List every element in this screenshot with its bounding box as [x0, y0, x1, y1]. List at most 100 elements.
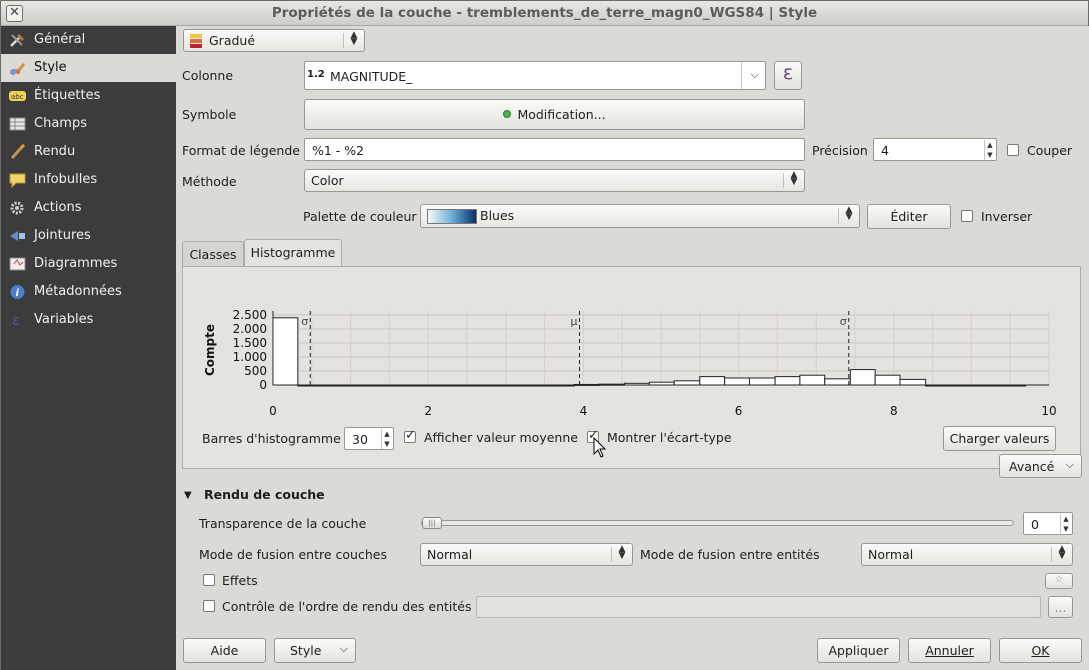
y-tick-label: 2.500 — [233, 308, 267, 322]
histogram-bar — [874, 374, 901, 386]
paintbrush-icon — [9, 63, 26, 75]
transparency-spinbox[interactable]: 0 ▲ ▼ — [1023, 512, 1073, 535]
expression-button[interactable]: ε — [774, 61, 802, 90]
sidebar-item-metadata[interactable]: i Métadonnées — [1, 278, 176, 306]
sidebar-item-joins[interactable]: Jointures — [1, 222, 176, 250]
help-button[interactable]: Aide — [183, 638, 266, 663]
blend-layers-label: Mode de fusion entre couches — [199, 547, 387, 562]
color-ramp-select[interactable]: Blues ▲ ▼ — [420, 204, 860, 228]
sidebar-item-actions[interactable]: Actions — [1, 194, 176, 222]
tab-histogram[interactable]: Histogramme — [244, 239, 342, 267]
order-checkbox[interactable] — [203, 600, 215, 612]
column-label: Colonne — [182, 68, 234, 83]
sidebar-item-fields[interactable]: Champs — [1, 110, 176, 138]
color-ramp-label: Palette de couleur — [303, 209, 417, 224]
stat-marker-label: σ — [840, 315, 847, 328]
blend-layers-select[interactable]: Normal ▲ ▼ — [420, 543, 633, 566]
color-ramp-value: Blues — [480, 208, 515, 223]
transparency-label: Transparence de la couche — [199, 516, 367, 531]
sidebar-item-style[interactable]: Style — [1, 54, 176, 82]
sidebar-item-labels[interactable]: abc Étiquettes — [1, 82, 176, 110]
histogram-bar — [673, 380, 701, 386]
style-menu-label: Style — [290, 643, 322, 658]
sidebar-item-label: Jointures — [34, 228, 91, 243]
advanced-label: Avancé — [1009, 459, 1055, 474]
info-icon: i — [10, 285, 25, 299]
svg-text:abc: abc — [11, 93, 24, 101]
sidebar-item-diagrams[interactable]: Diagrammes — [1, 250, 176, 278]
legend-format-value: %1 - %2 — [312, 143, 365, 158]
spinner-icon[interactable]: ▲ ▼ — [381, 429, 392, 449]
show-mean-label: Afficher valeur moyenne — [424, 430, 578, 445]
join-icon — [10, 231, 25, 241]
sidebar-item-label: Champs — [34, 116, 87, 131]
truncate-label: Couper — [1027, 143, 1073, 158]
symbol-modify-button[interactable]: Modification... — [304, 99, 805, 130]
effects-star-button[interactable]: ☆ — [1045, 573, 1073, 589]
x-tick-label: 10 — [1041, 404, 1056, 417]
sidebar-item-rendering[interactable]: Rendu — [1, 138, 176, 166]
apply-button[interactable]: Appliquer — [817, 638, 900, 663]
method-select[interactable]: Color ▲ ▼ — [304, 169, 805, 192]
updown-icon: ▲ ▼ — [350, 30, 358, 47]
sidebar-item-label: Style — [34, 60, 67, 75]
truncate-checkbox[interactable] — [1007, 144, 1019, 156]
style-menu-button[interactable]: Style ⌵ — [274, 638, 356, 663]
precision-spinbox[interactable]: 4 ▲ ▼ — [873, 138, 997, 161]
histogram-bar — [899, 378, 927, 386]
symbol-label: Symbole — [182, 107, 237, 122]
spinner-icon[interactable]: ▲ ▼ — [984, 140, 995, 160]
updown-icon: ▲ ▼ — [1058, 544, 1066, 561]
window-title: Propriétés de la couche - tremblements_d… — [271, 5, 818, 21]
renderer-select[interactable]: Gradué ▲ ▼ — [183, 29, 365, 52]
sidebar-item-variables[interactable]: ε Variables — [1, 306, 176, 334]
cancel-button[interactable]: Annuler — [908, 638, 991, 663]
svg-text:i: i — [16, 288, 20, 299]
tab-classes[interactable]: Classes — [182, 241, 244, 267]
sidebar: Général Style abc Étiquettes Champs Rend… — [1, 26, 176, 670]
method-value: Color — [311, 173, 344, 188]
layer-rendering-title: Rendu de couche — [204, 487, 325, 502]
blend-features-select[interactable]: Normal ▲ ▼ — [861, 543, 1073, 566]
transparency-slider-handle[interactable]: ||| — [422, 517, 442, 529]
bars-spinbox[interactable]: 30 ▲ ▼ — [344, 427, 394, 450]
method-label: Méthode — [182, 174, 237, 189]
precision-value: 4 — [881, 143, 889, 158]
x-tick-label: 2 — [424, 404, 432, 417]
sidebar-item-label: Variables — [34, 312, 94, 327]
histogram-bar — [774, 376, 801, 386]
stat-marker-label: μ — [571, 315, 578, 328]
show-mean-checkbox[interactable] — [404, 428, 416, 443]
edit-ramp-button[interactable]: Éditer — [867, 204, 951, 229]
collapse-triangle-icon[interactable]: ▼ — [184, 490, 192, 501]
transparency-value: 0 — [1031, 517, 1039, 532]
order-ellipsis-button[interactable]: ... — [1048, 596, 1073, 618]
invert-checkbox[interactable] — [961, 210, 973, 222]
legend-format-input[interactable]: %1 - %2 — [304, 138, 805, 161]
histogram-bar — [272, 317, 299, 386]
load-values-button[interactable]: Charger valeurs — [943, 426, 1056, 451]
histogram-bar — [824, 378, 851, 386]
histogram-bar — [799, 374, 826, 386]
advanced-button[interactable]: Avancé ⌵ — [999, 454, 1082, 478]
layer-properties-window: ✕ Propriétés de la couche - tremblements… — [0, 0, 1089, 670]
effects-label: Effets — [222, 573, 258, 588]
graduated-icon — [190, 34, 202, 48]
column-select[interactable]: 1.2 MAGNITUDE_ ⌵ — [304, 61, 766, 90]
histogram-tab-panel: 0 500 1.000 1.500 2.000 2.500 σ μ σ 0 2 4 6 8 10 Compte… — [182, 266, 1081, 469]
y-tick-label: 500 — [244, 364, 267, 378]
histogram-bar — [724, 377, 750, 386]
transparency-slider-track[interactable] — [421, 520, 1014, 526]
updown-icon: ▲ ▼ — [845, 205, 853, 222]
sidebar-item-tooltips[interactable]: Infobulles — [1, 166, 176, 194]
chevron-down-icon: ⌵ — [1065, 458, 1074, 471]
ok-button[interactable]: OK — [999, 638, 1082, 663]
spinner-icon[interactable]: ▲ ▼ — [1060, 514, 1071, 534]
blend-layers-value: Normal — [427, 547, 473, 562]
stat-marker-label: σ — [301, 315, 308, 328]
y-tick-label: 0 — [259, 378, 267, 392]
sidebar-item-label: Métadonnées — [34, 284, 122, 299]
sidebar-item-general[interactable]: Général — [1, 26, 176, 54]
y-axis-label: Compte — [203, 324, 217, 376]
effects-checkbox[interactable] — [203, 574, 215, 586]
